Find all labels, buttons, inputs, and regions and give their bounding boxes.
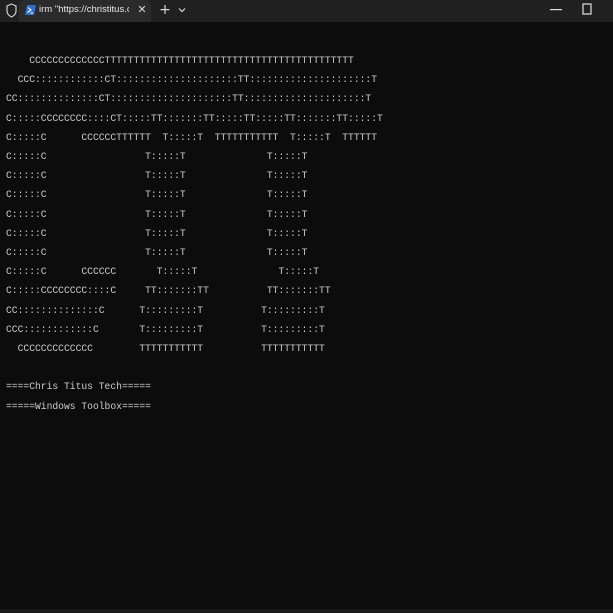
console-line: C:::::C T:::::T T:::::T (6, 247, 308, 260)
powershell-icon (25, 5, 36, 15)
minimize-icon[interactable] (547, 2, 565, 18)
shield-icon[interactable] (3, 1, 19, 20)
window-bottom-edge (0, 609, 613, 613)
close-icon[interactable]: ✕ (136, 1, 148, 19)
tab-active[interactable]: irm "https://christitus.com/win" | iex ✕ (19, 0, 151, 22)
console-line: =====Windows Toolbox===== (6, 400, 151, 413)
console-line: CC::::::::::::::C T:::::::::T T:::::::::… (6, 304, 325, 317)
terminal-window: irm "https://christitus.com/win" | iex ✕… (0, 0, 613, 613)
console-line: CCC::::::::::::CT:::::::::::::::::::::TT… (6, 74, 378, 87)
console-line: ====Chris Titus Tech===== (6, 381, 151, 394)
console-line: C:::::CCCCCCCC::::C TT:::::::TT TT::::::… (6, 285, 331, 298)
console-output: CCCCCCCCCCCCCTTTTTTTTTTTTTTTTTTTTTTTTTTT… (6, 52, 383, 417)
console-line: C:::::C T:::::T T:::::T (6, 170, 308, 183)
console-line: C:::::C T:::::T T:::::T (6, 189, 308, 202)
console-line: CCC::::::::::::C T:::::::::T T:::::::::T (6, 323, 325, 336)
console-line: C:::::C CCCCCCTTTTTT T:::::T TTTTTTTTTTT… (6, 131, 378, 144)
tab-title: irm "https://christitus.com/win" | iex (39, 4, 129, 15)
console-line: C:::::C T:::::T T:::::T (6, 151, 308, 164)
console-line: C:::::C T:::::T T:::::T (6, 208, 308, 221)
new-tab-button[interactable]: + (157, 0, 173, 20)
console-line: C:::::C CCCCCC T:::::T T:::::T (6, 266, 320, 279)
console-line: C:::::C T:::::T T:::::T (6, 227, 308, 240)
console-line: CCCCCCCCCCCCC TTTTTTTTTTT TTTTTTTTTTT (6, 343, 325, 356)
console-line: CCCCCCCCCCCCCTTTTTTTTTTTTTTTTTTTTTTTTTTT… (6, 55, 354, 67)
terminal-pane[interactable]: CCCCCCCCCCCCCTTTTTTTTTTTTTTTTTTTTTTTTTTT… (0, 22, 613, 613)
chevron-down-icon[interactable] (175, 1, 189, 19)
console-line: C:::::CCCCCCCC::::CT:::::TT:::::::TT::::… (6, 112, 383, 125)
maximize-icon[interactable] (580, 1, 594, 17)
console-line: CC::::::::::::::CT:::::::::::::::::::::T… (6, 93, 372, 106)
tab-bar: irm "https://christitus.com/win" | iex ✕… (0, 0, 613, 22)
